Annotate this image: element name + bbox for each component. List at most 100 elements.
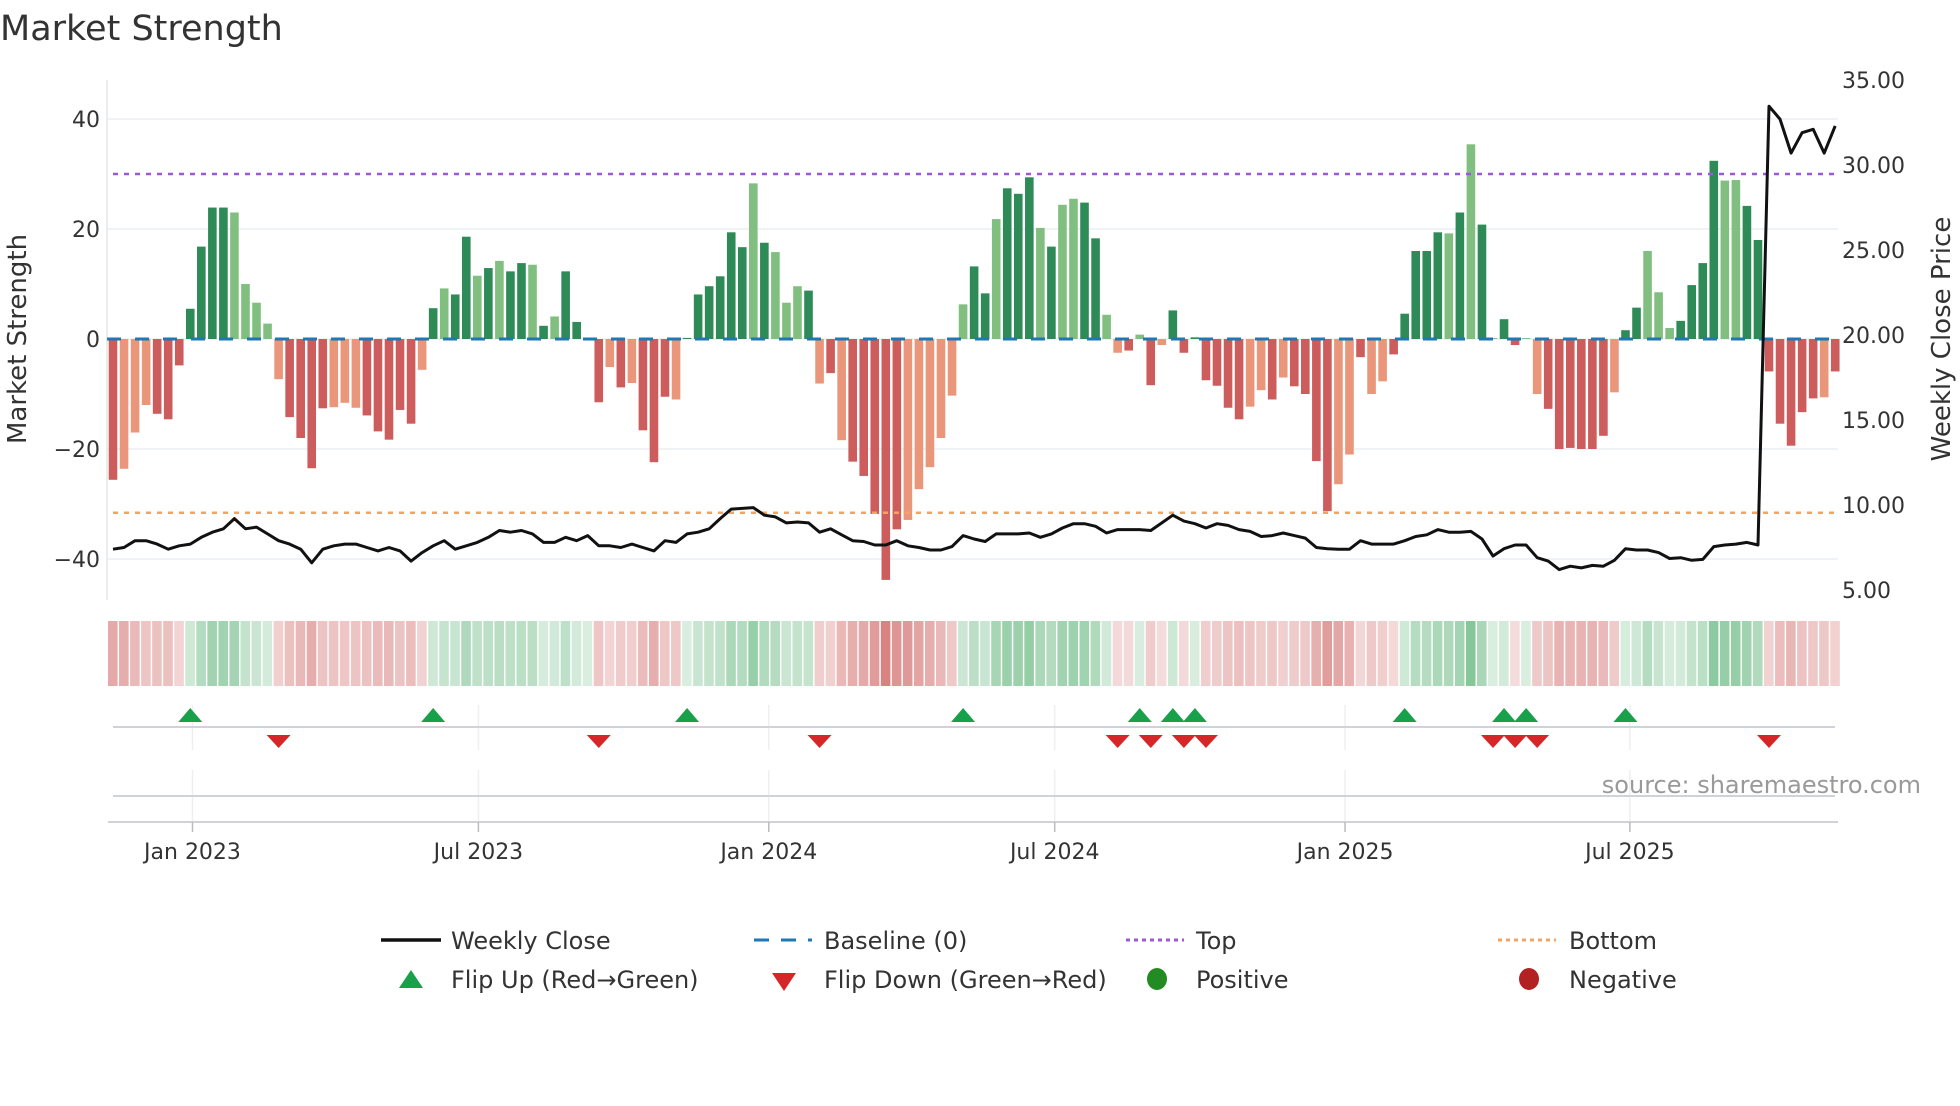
heat-cell: [858, 621, 869, 686]
heat-cell: [251, 621, 262, 686]
strength-bar: [340, 339, 350, 403]
strength-bar: [859, 339, 869, 476]
heat-cell: [1454, 621, 1465, 686]
x-tick-label: Jan 2024: [718, 840, 817, 865]
strength-bar: [1245, 339, 1255, 407]
strength-bar: [815, 339, 824, 384]
heat-cell: [1675, 621, 1686, 686]
heat-cell: [1300, 621, 1310, 686]
heat-cell: [1278, 621, 1288, 686]
heat-cell: [350, 621, 361, 686]
strength-bar: [1676, 320, 1685, 339]
strength-bar: [947, 339, 957, 396]
legend-negative: Negative: [1569, 966, 1677, 994]
strength-bar: [616, 339, 626, 388]
heat-cell: [604, 621, 615, 686]
heat-cell: [1554, 621, 1564, 686]
strength-bar: [1080, 202, 1089, 339]
heat-cell: [1432, 621, 1443, 686]
heat-cell: [240, 621, 251, 686]
strength-bar: [1532, 339, 1542, 394]
y2-tick-label: 35.00: [1842, 69, 1905, 94]
heat-cell: [119, 621, 129, 686]
heat-cell: [1631, 621, 1642, 686]
flip-up-marker: [951, 708, 976, 722]
flip-up-marker: [178, 708, 203, 722]
strength-bar: [208, 207, 217, 339]
strength-bar: [671, 339, 681, 400]
legend-positive-icon: [1147, 968, 1167, 990]
strength-bar: [1190, 337, 1200, 339]
flip-down-marker: [586, 735, 611, 748]
heat-cell: [1200, 621, 1211, 686]
heat-cell: [748, 621, 758, 686]
strength-bar: [682, 337, 692, 339]
heat-cell: [384, 621, 394, 686]
strength-bar: [848, 339, 857, 462]
heat-cell: [803, 621, 814, 686]
heat-cell: [328, 621, 339, 686]
strength-bar: [1433, 232, 1443, 339]
strength-bar: [958, 304, 968, 339]
flip-up-marker: [1392, 708, 1417, 722]
strength-bar: [1477, 224, 1487, 339]
heat-cell: [1488, 621, 1498, 686]
strength-bar: [1201, 339, 1211, 381]
strength-bar: [362, 339, 372, 416]
heat-cell: [1399, 621, 1410, 686]
y2-tick-label: 15.00: [1842, 409, 1905, 434]
strength-bar: [782, 302, 791, 339]
strength-bar: [892, 339, 902, 530]
heat-cell: [1212, 621, 1222, 686]
heat-cell: [1311, 621, 1321, 686]
strength-bar: [737, 247, 747, 339]
strength-bar: [605, 339, 615, 368]
strength-bar: [108, 339, 118, 480]
heat-cell: [1035, 621, 1045, 686]
y2-tick-label: 5.00: [1842, 579, 1891, 604]
y-tick-label: 0: [86, 328, 100, 353]
strength-bar: [1797, 339, 1807, 413]
heat-cell: [152, 621, 162, 686]
heat-cell: [980, 621, 990, 686]
strength-bar: [550, 316, 559, 339]
heat-cell: [626, 621, 637, 686]
heat-cell: [1730, 621, 1741, 686]
strength-bar: [152, 339, 162, 414]
heat-cell: [737, 621, 747, 686]
heat-cell: [218, 621, 228, 686]
strength-bar: [1610, 339, 1619, 393]
strength-bar: [274, 339, 283, 380]
strength-bar: [837, 339, 846, 441]
strength-bar: [693, 294, 703, 339]
strength-bar: [373, 339, 383, 432]
strength-bar: [1356, 339, 1365, 358]
heat-cell: [1642, 621, 1653, 686]
heat-cell: [792, 621, 803, 686]
strength-bar: [1720, 180, 1730, 339]
heat-cell: [582, 621, 593, 686]
strength-bar: [1808, 339, 1818, 399]
strength-bar: [1643, 251, 1652, 339]
heat-cell: [1775, 621, 1785, 686]
heat-cell: [936, 621, 946, 686]
strength-bar: [826, 339, 835, 374]
flip-down-marker: [1171, 735, 1196, 748]
flip-up-marker: [1514, 708, 1539, 722]
heat-cell: [869, 621, 880, 686]
heat-cell: [825, 621, 836, 686]
y-tick-label: 40: [72, 108, 100, 133]
y2-axis-ticks: 35.00 30.00 25.00 20.00 15.00 10.00 5.00: [1842, 69, 1905, 604]
strength-bar: [1157, 339, 1167, 346]
strength-bar: [1124, 339, 1133, 351]
flip-up-marker: [421, 708, 446, 722]
heat-cell: [538, 621, 549, 686]
heat-cell: [615, 621, 626, 686]
strength-bar: [1146, 339, 1156, 386]
heat-cell: [1830, 621, 1840, 686]
heat-cell: [902, 621, 913, 686]
flip-up-marker: [1182, 708, 1207, 722]
strength-bar: [1234, 339, 1244, 420]
heat-cell: [339, 621, 350, 686]
strength-bar: [903, 339, 913, 520]
